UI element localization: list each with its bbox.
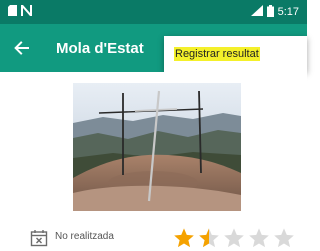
- star-icon[interactable]: [272, 227, 296, 249]
- summit-photo: [73, 83, 241, 211]
- status-bar-right: 5:17: [250, 4, 299, 20]
- star-icon[interactable]: [172, 227, 196, 249]
- star-icon[interactable]: [222, 227, 246, 249]
- status-bar-left: [8, 5, 32, 19]
- sim-icon: [8, 5, 17, 19]
- menu-item-register-result[interactable]: Registrar resultat: [174, 47, 260, 61]
- signal-icon: [250, 5, 263, 19]
- rating-bar[interactable]: [172, 227, 296, 249]
- star-icon[interactable]: [247, 227, 271, 249]
- status-bar: 5:17: [0, 0, 307, 24]
- status-time: 5:17: [277, 6, 299, 18]
- route-status-label: No realitzada: [55, 231, 114, 242]
- main-content: No realitzada: [0, 72, 307, 251]
- calendar-x-icon: [30, 230, 48, 247]
- overflow-menu: Registrar resultat: [164, 36, 307, 72]
- route-status-row: No realitzada: [0, 225, 307, 251]
- page-title: Mola d'Estat: [56, 39, 144, 57]
- star-icon[interactable]: [197, 227, 221, 249]
- back-button[interactable]: [0, 24, 44, 72]
- arrow-left-icon: [14, 41, 29, 55]
- battery-icon: [266, 4, 274, 20]
- notification-icon: [21, 5, 32, 19]
